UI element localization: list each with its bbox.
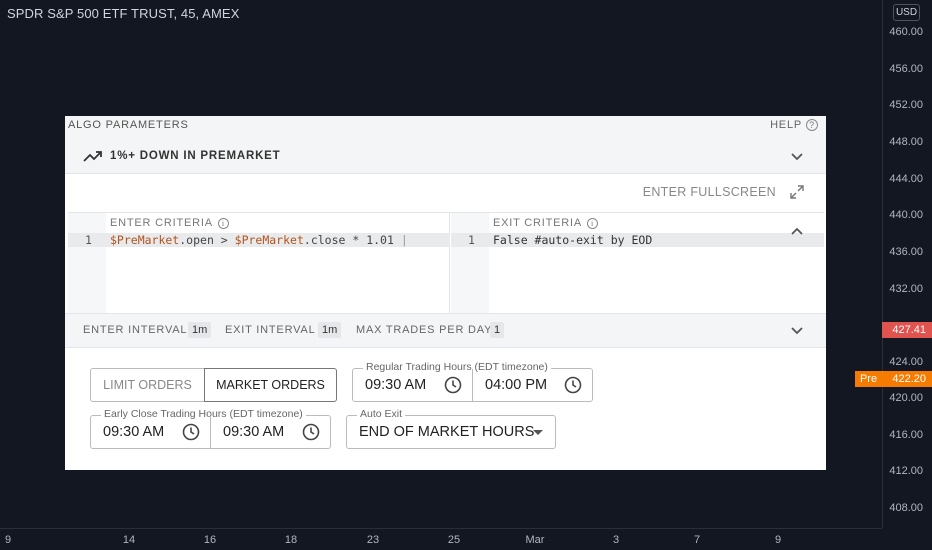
chevron-down-icon[interactable] — [790, 150, 804, 164]
enter-criteria-label: ENTER CRITERIA i — [110, 217, 229, 229]
time-tick: 23 — [366, 534, 380, 546]
strategy-selector[interactable]: 1%+ DOWN IN PREMARKET — [65, 140, 826, 174]
code-line[interactable]: 1 False #auto-exit by EOD — [451, 233, 824, 247]
strategy-name: 1%+ DOWN IN PREMARKET — [110, 150, 281, 162]
time-axis[interactable]: 9 14 16 18 23 25 Mar 3 7 9 — [0, 528, 882, 550]
price-tick: 432.00 — [889, 283, 923, 295]
early-close-hours-field: Early Close Trading Hours (EDT timezone)… — [90, 408, 331, 449]
premarket-price-label: 422.20 — [882, 371, 932, 387]
line-number: 1 — [468, 233, 475, 247]
time-tick: 25 — [447, 534, 461, 546]
price-tick: 412.00 — [889, 465, 923, 477]
early-close-end-time[interactable]: 09:30 AM — [223, 416, 284, 448]
panel-title: ALGO PARAMETERS — [68, 119, 189, 131]
market-orders-button[interactable]: MARKET ORDERS — [204, 368, 337, 402]
chevron-down-icon[interactable] — [790, 324, 804, 338]
exit-criteria-label: EXIT CRITERIA i — [493, 217, 599, 229]
expand-icon[interactable] — [790, 185, 804, 199]
price-tick: 436.00 — [889, 246, 923, 258]
criteria-editor: ENTER CRITERIA i 1 $PreMarket.open > $Pr… — [68, 212, 824, 313]
time-tick: Mar — [525, 534, 545, 546]
fullscreen-row: ENTER FULLSCREEN — [65, 174, 826, 211]
last-price-label: 427.41 — [882, 322, 932, 338]
auto-exit-select[interactable]: Auto Exit END OF MARKET HOURS — [346, 408, 556, 449]
early-close-start-time[interactable]: 09:30 AM — [103, 416, 164, 448]
chevron-up-icon[interactable] — [790, 224, 804, 238]
exit-interval-label: EXIT INTERVAL — [225, 324, 316, 336]
price-tick: 444.00 — [889, 173, 923, 185]
question-icon: ? — [806, 119, 818, 131]
info-icon: i — [217, 217, 229, 229]
regular-end-time[interactable]: 04:00 PM — [485, 369, 547, 401]
panel-header: ALGO PARAMETERS HELP ? — [65, 116, 826, 140]
help-label: HELP — [770, 119, 802, 131]
max-trades-label: MAX TRADES PER DAY — [356, 324, 493, 336]
time-divider — [472, 369, 473, 401]
time-tick: 9 — [774, 534, 782, 546]
auto-exit-value: END OF MARKET HOURS — [359, 424, 535, 440]
price-tick: 440.00 — [889, 209, 923, 221]
time-tick: 3 — [612, 534, 620, 546]
clock-icon[interactable] — [302, 423, 320, 441]
info-icon: i — [587, 217, 599, 229]
enter-interval-value[interactable]: 1m — [188, 322, 212, 338]
trending-up-icon — [83, 151, 102, 162]
price-axis[interactable]: 460.00 456.00 452.00 448.00 444.00 440.0… — [882, 0, 932, 528]
regular-hours-field: Regular Trading Hours (EDT timezone) 09:… — [352, 361, 593, 402]
price-tick: 424.00 — [889, 356, 923, 368]
limit-orders-button[interactable]: LIMIT ORDERS — [90, 368, 204, 402]
price-tick: 420.00 — [889, 392, 923, 404]
chart-title: SPDR S&P 500 ETF TRUST, 45, AMEX — [7, 6, 240, 21]
enter-criteria-code[interactable]: $PreMarket.open > $PreMarket.close * 1.0… — [110, 233, 408, 247]
enter-interval-label: ENTER INTERVAL — [83, 324, 188, 336]
order-type-toggle: LIMIT ORDERS MARKET ORDERS — [90, 368, 337, 402]
time-tick: 18 — [284, 534, 298, 546]
price-tick: 448.00 — [889, 136, 923, 148]
price-tick: 456.00 — [889, 63, 923, 75]
time-tick: 7 — [693, 534, 701, 546]
interval-settings-row[interactable]: ENTER INTERVAL 1m EXIT INTERVAL 1m MAX T… — [65, 313, 826, 348]
enter-criteria-editor[interactable]: ENTER CRITERIA i 1 $PreMarket.open > $Pr… — [68, 213, 450, 313]
premarket-badge: Pre — [855, 371, 882, 387]
regular-start-time[interactable]: 09:30 AM — [365, 369, 426, 401]
time-tick: 16 — [203, 534, 217, 546]
clock-icon[interactable] — [182, 423, 200, 441]
price-tick: 408.00 — [889, 502, 923, 514]
time-tick: 9 — [4, 534, 12, 546]
currency-button[interactable]: USD — [893, 4, 920, 21]
time-divider — [210, 416, 211, 448]
time-tick: 14 — [122, 534, 136, 546]
exit-interval-value[interactable]: 1m — [318, 322, 342, 338]
max-trades-value[interactable]: 1 — [490, 322, 505, 338]
enter-fullscreen-button[interactable]: ENTER FULLSCREEN — [643, 185, 776, 199]
line-number: 1 — [85, 233, 92, 247]
code-line[interactable]: 1 $PreMarket.open > $PreMarket.close * 1… — [68, 233, 450, 247]
help-button[interactable]: HELP ? — [770, 119, 818, 131]
price-tick: 416.00 — [889, 429, 923, 441]
exit-criteria-code[interactable]: False #auto-exit by EOD — [493, 233, 652, 247]
caret-down-icon — [533, 430, 543, 435]
price-tick: 460.00 — [889, 26, 923, 38]
clock-icon[interactable] — [564, 376, 582, 394]
exit-criteria-editor[interactable]: EXIT CRITERIA i 1 False #auto-exit by EO… — [451, 213, 824, 313]
algo-parameters-panel: ALGO PARAMETERS HELP ? 1%+ DOWN IN PREMA… — [65, 116, 826, 470]
clock-icon[interactable] — [444, 376, 462, 394]
price-tick: 452.00 — [889, 99, 923, 111]
